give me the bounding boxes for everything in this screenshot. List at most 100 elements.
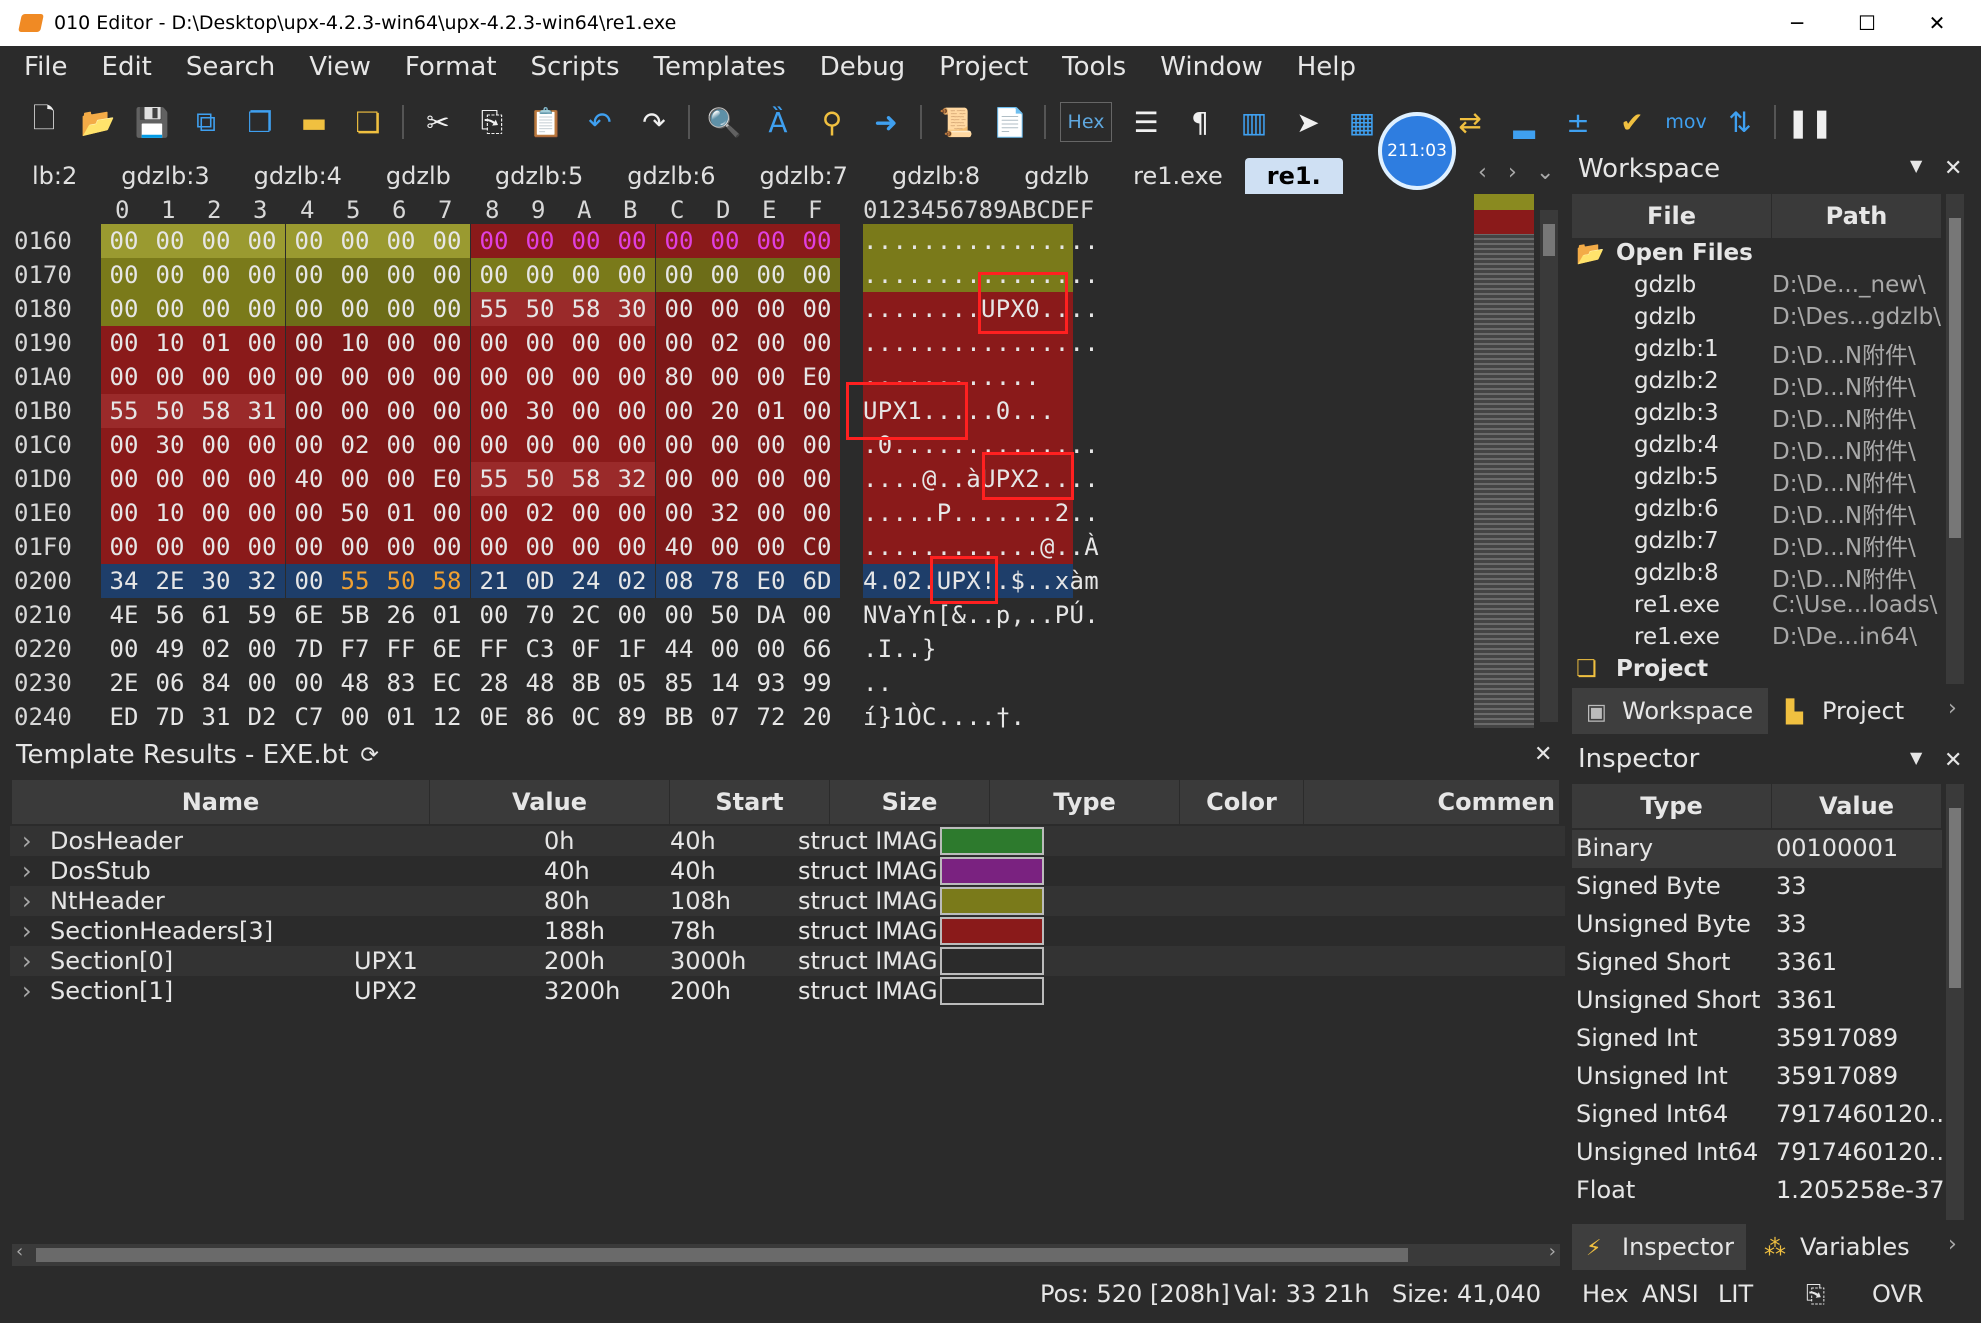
hex-byte[interactable]: 00 (656, 292, 702, 326)
workspace-file-item[interactable]: gdzlb:2 D:\D...N附件\ (1572, 368, 1942, 401)
expand-chevron-icon[interactable]: › (22, 856, 32, 886)
hex-row[interactable]: 0180 00 00 00 00 00 00 00 00 55 50 58 30 00 00 00 00....… (10, 292, 1480, 326)
hex-byte[interactable]: 00 (286, 564, 332, 598)
hex-byte[interactable]: 00 (517, 258, 563, 292)
hex-byte[interactable]: 00 (239, 360, 285, 394)
workspace-file-item[interactable]: gdzlb:8 D:\D...N附件\ (1572, 560, 1942, 593)
find-icon[interactable]: 🔍 (704, 102, 744, 142)
hex-byte[interactable]: 00 (748, 428, 794, 462)
expand-chevron-icon[interactable]: › (22, 946, 32, 976)
hex-byte[interactable]: 00 (471, 598, 517, 632)
hex-byte[interactable]: 00 (563, 224, 609, 258)
hex-row[interactable]: 01E0 00 10 00 00 00 50 01 00 00 02 00 00 00 32 00 00....… (10, 496, 1480, 530)
disassembler-button[interactable]: mov (1665, 102, 1706, 142)
hex-row[interactable]: 0170 00 00 00 00 00 00 00 00 00 00 00 00 00 00 00 00....… (10, 258, 1480, 292)
hex-byte[interactable]: 80 (656, 360, 702, 394)
hex-byte[interactable]: 05 (609, 666, 655, 700)
hex-byte[interactable]: 00 (101, 428, 147, 462)
hex-byte[interactable]: 00 (517, 428, 563, 462)
hex-byte[interactable]: E0 (748, 564, 794, 598)
tab-inspector[interactable]: ⚡ Inspector (1572, 1224, 1746, 1270)
menu-tools[interactable]: Tools (1062, 52, 1126, 82)
hex-byte[interactable]: 00 (239, 292, 285, 326)
undo-icon[interactable]: ↶ (580, 102, 620, 142)
template-icon[interactable]: 📄 (990, 102, 1030, 142)
hex-byte[interactable]: 00 (147, 258, 193, 292)
cut-icon[interactable]: ✂ (418, 102, 458, 142)
hex-byte[interactable]: 00 (563, 428, 609, 462)
menu-view[interactable]: View (309, 52, 371, 82)
hex-byte[interactable]: 20 (702, 394, 748, 428)
hex-byte[interactable]: 31 (193, 700, 239, 728)
workspace-file-item[interactable]: gdzlb D:\Des...gdzlb\ (1572, 304, 1942, 336)
hex-byte[interactable]: 32 (239, 564, 285, 598)
hex-byte[interactable]: 00 (563, 258, 609, 292)
close-icon[interactable]: ✕ (1534, 742, 1552, 767)
hex-byte[interactable]: 56 (147, 598, 193, 632)
hex-byte[interactable]: 93 (748, 666, 794, 700)
hex-byte[interactable]: 00 (101, 258, 147, 292)
hex-byte[interactable]: C0 (794, 530, 840, 564)
tab-workspace[interactable]: ▣ Workspace (1572, 688, 1768, 734)
menu-format[interactable]: Format (405, 52, 497, 82)
hex-byte[interactable]: 02 (702, 326, 748, 360)
workspace-menu-icon[interactable]: ▼ (1910, 156, 1922, 175)
hex-byte[interactable]: 00 (101, 462, 147, 496)
hex-byte[interactable]: 00 (239, 258, 285, 292)
hex-byte[interactable]: 00 (101, 632, 147, 666)
hex-byte[interactable]: 01 (378, 496, 424, 530)
inspector-tab-next-icon[interactable]: › (1948, 1232, 1957, 1257)
ws-col-file[interactable]: File (1572, 194, 1772, 238)
hex-byte[interactable]: 00 (286, 428, 332, 462)
save-all-icon[interactable]: ❐ (240, 102, 280, 142)
template-row[interactable]: › SectionHeaders[3] 188h 78h struct IMAGE_..… (10, 916, 1565, 946)
hex-scrollbar[interactable] (1540, 210, 1558, 722)
inspector-row[interactable]: Binary 00100001 (1572, 830, 1942, 868)
hex-byte[interactable]: 00 (101, 292, 147, 326)
workspace-file-item[interactable]: gdzlb:7 D:\D...N附件\ (1572, 528, 1942, 561)
hex-byte[interactable]: 30 (517, 394, 563, 428)
hex-byte[interactable]: 00 (378, 258, 424, 292)
hex-row[interactable]: 01B0 55 50 58 31 00 00 00 00 00 30 00 00 00 20 01 00 UPX1… (10, 394, 1480, 459)
workspace-file-item[interactable]: gdzlb:5 D:\D...N附件\ (1572, 464, 1942, 497)
hex-byte[interactable]: 00 (147, 224, 193, 258)
hex-byte[interactable]: 00 (794, 598, 840, 632)
hex-byte[interactable]: 00 (286, 666, 332, 700)
hex-byte[interactable]: 21 (471, 564, 517, 598)
hex-byte[interactable]: 2C (563, 598, 609, 632)
hex-byte[interactable]: 00 (609, 326, 655, 360)
tab-file[interactable]: gdzlb (364, 158, 473, 194)
hex-byte[interactable]: 00 (378, 530, 424, 564)
hex-byte[interactable]: 00 (101, 530, 147, 564)
status-ovr[interactable]: OVR (1872, 1280, 1924, 1308)
hex-byte[interactable]: 59 (239, 598, 285, 632)
tab-variables[interactable]: ⁂ Variables (1750, 1224, 1944, 1270)
hex-byte[interactable]: 00 (656, 598, 702, 632)
hex-byte[interactable]: 00 (748, 462, 794, 496)
hex-byte[interactable]: 06 (147, 666, 193, 700)
hex-byte[interactable]: 70 (517, 598, 563, 632)
hex-byte[interactable]: 00 (332, 224, 378, 258)
hex-byte[interactable]: 00 (609, 530, 655, 564)
hex-byte[interactable]: 02 (609, 564, 655, 598)
workspace-file-item[interactable]: gdzlb:6 D:\D...N附件\ (1572, 496, 1942, 529)
col-value[interactable]: Value (430, 780, 670, 824)
base-converter-icon[interactable]: ⇅ (1720, 102, 1760, 142)
hex-byte[interactable]: 40 (286, 462, 332, 496)
hex-byte[interactable]: 00 (378, 428, 424, 462)
hex-byte[interactable]: 00 (563, 326, 609, 360)
hex-byte[interactable]: 72 (748, 700, 794, 728)
template-row[interactable]: › Section[1] UPX2 3200h 200h struct IMAGE_... (10, 976, 1565, 1006)
hex-byte[interactable]: 00 (563, 394, 609, 428)
hex-byte[interactable]: 8B (563, 666, 609, 700)
hex-byte[interactable]: 00 (286, 224, 332, 258)
hex-byte[interactable]: 00 (609, 258, 655, 292)
menu-debug[interactable]: Debug (820, 52, 906, 82)
template-row-color-swatch[interactable] (940, 887, 1044, 915)
hex-byte[interactable]: 08 (656, 564, 702, 598)
col-comment[interactable]: Commen (1304, 780, 1560, 824)
hex-byte[interactable]: 00 (702, 360, 748, 394)
hex-byte[interactable]: C7 (286, 700, 332, 728)
hex-byte[interactable]: 00 (794, 428, 840, 462)
hex-byte[interactable]: 00 (147, 360, 193, 394)
